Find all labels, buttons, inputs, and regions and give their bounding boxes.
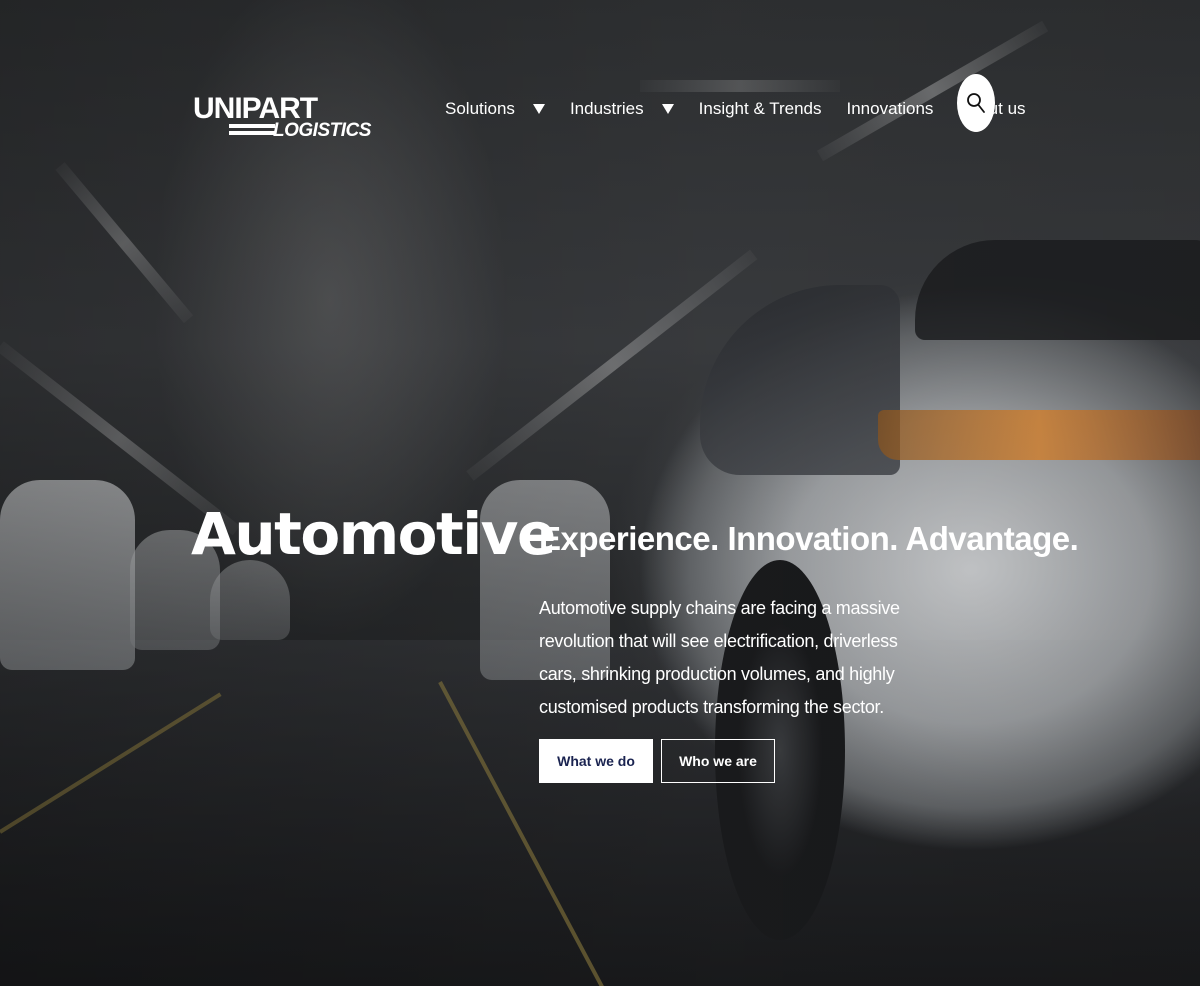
background-image (0, 0, 1200, 986)
logo-stripe (229, 124, 275, 128)
nav-item-label: Insight & Trends (698, 99, 822, 118)
caret-down-icon[interactable] (661, 104, 674, 114)
nav-item-label: Solutions (445, 99, 515, 118)
nav-item-solutions[interactable]: Solutions (445, 99, 545, 119)
search-icon (967, 93, 985, 113)
hero-tagline: Experience. Innovation. Advantage. (539, 520, 1079, 557)
logo-wordmark-bottom: LOGISTICS (273, 120, 371, 141)
caret-down-icon[interactable] (532, 104, 545, 114)
unipart-logistics-logo[interactable]: UNIPART LOGISTICS (193, 94, 371, 146)
page-title: Automotive (191, 500, 556, 568)
who-we-are-button[interactable]: Who we are (661, 739, 775, 783)
nav-item-innovations[interactable]: Innovations (846, 99, 933, 119)
nav-item-label: Industries (569, 99, 644, 118)
what-we-do-button[interactable]: What we do (539, 739, 653, 783)
hero-section: UNIPART LOGISTICS Solutions Industries I… (0, 0, 1200, 986)
nav-item-industries[interactable]: Industries (570, 99, 674, 119)
nav-item-insight-trends[interactable]: Insight & Trends (699, 99, 822, 119)
nav-item-label: Innovations (846, 99, 934, 118)
search-button[interactable] (957, 74, 995, 132)
logo-stripe (229, 131, 275, 135)
hero-description: Automotive supply chains are facing a ma… (539, 598, 900, 717)
